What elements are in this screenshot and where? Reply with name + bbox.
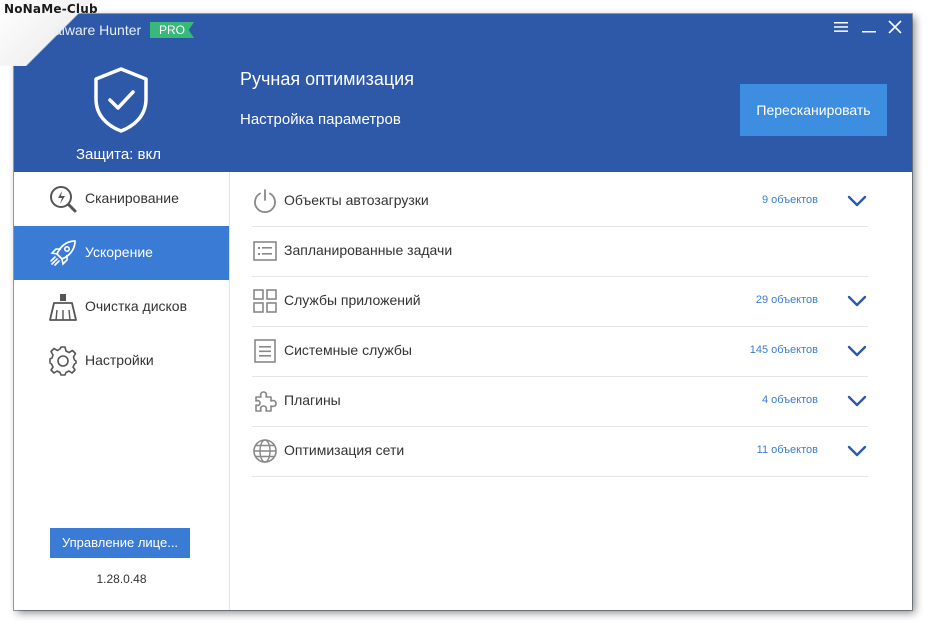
row-label: Оптимизация сети	[284, 442, 405, 458]
row-count: 11 объектов	[756, 444, 818, 456]
chevron-down-icon[interactable]	[846, 390, 868, 412]
license-management-button[interactable]: Управление лице...	[50, 528, 190, 558]
scan-icon	[48, 184, 78, 214]
shield-check-icon	[92, 66, 150, 139]
close-icon[interactable]	[886, 20, 904, 38]
rocket-icon	[48, 238, 78, 268]
page-title: Ручная оптимизация	[240, 69, 414, 89]
version-label: 1.28.0.48	[96, 572, 147, 586]
minimize-icon[interactable]	[860, 20, 878, 38]
sidebar-item-label: Очистка дисков	[85, 298, 188, 314]
pro-badge: PRO	[150, 22, 194, 38]
chevron-down-icon[interactable]	[846, 290, 868, 312]
row-label: Системные службы	[284, 342, 412, 358]
sidebar-item-disk-cleanup[interactable]: Очистка дисков	[14, 280, 229, 334]
row-count: 29 объектов	[755, 294, 818, 306]
row-label: Объекты автозагрузки	[284, 192, 429, 208]
menu-icon[interactable]	[832, 20, 850, 38]
chevron-down-icon[interactable]	[846, 190, 868, 212]
list-item-system-services[interactable]: Системные службы 145 объектов	[252, 326, 868, 377]
optimization-list: Объекты автозагрузки 9 объектов Запланир…	[230, 172, 912, 610]
sidebar-item-label: Настройки	[85, 352, 154, 368]
chevron-down-icon[interactable]	[846, 440, 868, 462]
row-count: 4 объектов	[761, 394, 818, 406]
row-label: Службы приложений	[284, 292, 421, 308]
broom-icon	[48, 292, 78, 322]
list-item-startup[interactable]: Объекты автозагрузки 9 объектов	[252, 176, 868, 227]
watermark-text: NoNaMe-Club	[4, 2, 98, 16]
sidebar-item-label: Сканирование	[85, 190, 179, 206]
power-icon	[252, 188, 278, 214]
list-item-app-services[interactable]: Службы приложений 29 объектов	[252, 276, 868, 327]
row-label: Запланированные задачи	[284, 242, 453, 258]
task-list-icon	[252, 238, 278, 264]
globe-icon	[252, 438, 278, 464]
app-brand: alware Hunter	[54, 22, 142, 38]
header-bar: NoNaMe-Club alware Hunter PRO Защита: вк…	[0, 0, 912, 172]
list-item-network-optimization[interactable]: Оптимизация сети 11 объектов	[252, 426, 868, 477]
sidebar-item-scan[interactable]: Сканирование	[14, 172, 229, 226]
protection-status: Защита: вкл	[76, 146, 161, 163]
puzzle-icon	[252, 388, 278, 414]
sidebar-item-settings[interactable]: Настройки	[14, 334, 229, 388]
sidebar-item-label: Ускорение	[85, 244, 153, 260]
sidebar-item-boost[interactable]: Ускорение	[14, 226, 229, 280]
list-item-plugins[interactable]: Плагины 4 объектов	[252, 376, 868, 427]
gear-icon	[48, 346, 78, 376]
rescan-button[interactable]: Пересканировать	[740, 84, 887, 136]
sidebar: Сканирование Ускорение Очистка дисков На…	[14, 172, 230, 610]
row-label: Плагины	[284, 392, 341, 408]
app-window: NoNaMe-Club alware Hunter PRO Защита: вк…	[0, 0, 912, 610]
document-icon	[252, 338, 278, 364]
grid-icon	[252, 288, 278, 314]
row-count: 9 объектов	[761, 194, 818, 206]
page-subtitle: Настройка параметров	[240, 111, 401, 128]
chevron-down-icon[interactable]	[846, 340, 868, 362]
list-item-scheduled-tasks[interactable]: Запланированные задачи	[252, 226, 868, 277]
row-count: 145 объектов	[749, 344, 818, 356]
